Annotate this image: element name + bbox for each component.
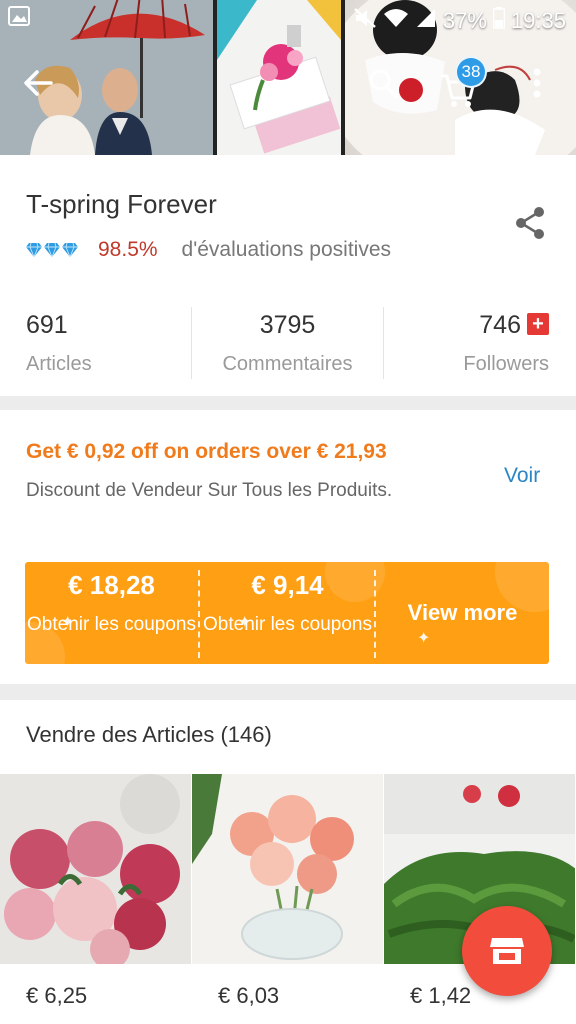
app-bar: 38 bbox=[0, 52, 576, 112]
voir-link[interactable]: Voir bbox=[504, 464, 540, 488]
store-rating: 98.5% d'évaluations positives bbox=[26, 235, 391, 265]
product-price: € 1,42 bbox=[410, 983, 472, 1008]
store-fab-button[interactable] bbox=[462, 906, 552, 996]
offer-title: Get € 0,92 off on orders over € 21,93 bbox=[26, 440, 387, 463]
back-arrow-icon bbox=[24, 70, 53, 96]
stat-followers-value: 746 + bbox=[479, 311, 549, 340]
stat-articles[interactable]: 691 Articles bbox=[0, 305, 191, 385]
diamond-icon bbox=[26, 243, 42, 257]
seller-discount-card: Get € 0,92 off on orders over € 21,93 Di… bbox=[0, 410, 576, 684]
store-name: T-spring Forever bbox=[26, 189, 217, 219]
stat-followers[interactable]: 746 + Followers bbox=[384, 305, 576, 385]
cart-count-badge: 38 bbox=[455, 56, 487, 88]
coupon-2-label: Obtenir les coupons bbox=[203, 614, 372, 635]
coupon-2[interactable]: € 9,14 Obtenir les coupons ✦ bbox=[200, 562, 375, 664]
share-button[interactable] bbox=[508, 201, 552, 245]
stat-followers-label: Followers bbox=[463, 353, 549, 375]
battery-icon bbox=[492, 7, 506, 35]
product-price: € 6,03 bbox=[218, 983, 280, 1008]
product-price: € 6,25 bbox=[26, 983, 88, 1008]
sparkle-icon: ✦ bbox=[417, 630, 431, 647]
more-options-button[interactable] bbox=[520, 60, 554, 106]
stat-comments-label: Commentaires bbox=[222, 353, 353, 375]
product-card[interactable]: € 6,03 bbox=[192, 774, 383, 1024]
coupon-1[interactable]: € 18,28 Obtenir les coupons ✦ bbox=[25, 562, 198, 664]
offer-subtitle: Discount de Vendeur Sur Tous les Produit… bbox=[26, 480, 393, 501]
mute-icon bbox=[353, 7, 377, 35]
product-image-peonies bbox=[0, 774, 191, 964]
battery-percent: 37% bbox=[442, 8, 487, 33]
coupon-2-amount: € 9,14 bbox=[251, 570, 324, 600]
store-banner: 37% 19:35 38 bbox=[0, 0, 576, 155]
search-icon bbox=[369, 69, 398, 98]
view-more-coupons-button[interactable]: View more bbox=[376, 562, 549, 664]
stat-articles-label: Articles bbox=[26, 353, 92, 375]
sparkle-icon: ✦ bbox=[238, 614, 252, 631]
diamond-rating bbox=[26, 243, 78, 257]
coupon-strip: € 18,28 Obtenir les coupons ✦ € 9,14 Obt… bbox=[25, 562, 549, 664]
stat-comments-value: 3795 bbox=[259, 311, 316, 339]
stat-comments[interactable]: 3795 Commentaires bbox=[192, 305, 383, 385]
status-bar: 37% 19:35 bbox=[0, 0, 576, 38]
share-icon bbox=[516, 207, 544, 239]
search-button[interactable] bbox=[360, 60, 406, 106]
coupon-1-label: Obtenir les coupons bbox=[27, 614, 196, 635]
coupon-1-amount: € 18,28 bbox=[68, 570, 155, 600]
back-button[interactable] bbox=[14, 60, 62, 106]
stat-articles-value: 691 bbox=[26, 311, 68, 339]
products-section-title: Vendre des Articles (146) bbox=[26, 722, 272, 747]
stat-followers-number: 746 bbox=[479, 311, 521, 339]
product-card[interactable]: € 6,25 bbox=[0, 774, 191, 1024]
wifi-icon bbox=[383, 7, 409, 35]
store-icon bbox=[490, 938, 524, 964]
product-image-rose-bouquet bbox=[192, 774, 383, 964]
sparkle-icon: ✦ bbox=[61, 614, 75, 631]
image-notification-icon bbox=[8, 6, 30, 32]
diamond-icon bbox=[62, 243, 78, 257]
signal-icon bbox=[415, 7, 437, 35]
more-vert-icon bbox=[533, 68, 541, 98]
store-info-card: T-spring Forever 98.5% d'évaluations pos… bbox=[0, 155, 576, 396]
diamond-icon bbox=[44, 243, 60, 257]
rating-percent: 98.5% bbox=[98, 238, 158, 261]
cart-button[interactable]: 38 bbox=[434, 56, 488, 110]
store-stats: 691 Articles 3795 Commentaires 746 + Foll… bbox=[0, 305, 576, 385]
plus-icon[interactable]: + bbox=[527, 313, 549, 335]
clock: 19:35 bbox=[510, 8, 566, 33]
rating-label: d'évaluations positives bbox=[181, 238, 392, 261]
